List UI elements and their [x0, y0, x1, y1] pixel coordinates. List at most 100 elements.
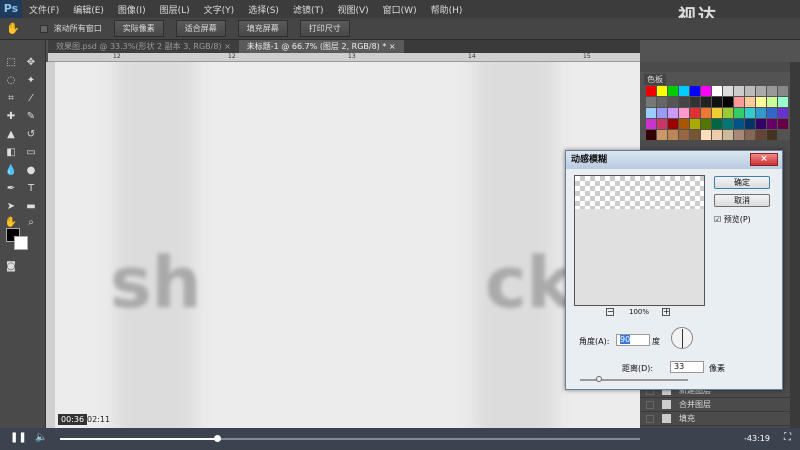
angle-input[interactable]: 90 — [616, 334, 650, 346]
color-swatch[interactable] — [668, 108, 678, 118]
scroll-all-checkbox[interactable] — [39, 24, 48, 33]
color-swatch[interactable] — [778, 86, 788, 96]
color-swatch[interactable] — [734, 119, 744, 129]
ok-button[interactable]: 确定 — [714, 176, 770, 189]
color-swatch[interactable] — [745, 130, 755, 140]
lasso-tool-icon[interactable]: ◌ — [4, 74, 18, 88]
eyedropper-icon[interactable]: ⁄ — [24, 92, 38, 106]
color-swatch[interactable] — [668, 86, 678, 96]
distance-slider[interactable] — [580, 376, 688, 382]
color-swatch[interactable] — [690, 119, 700, 129]
shape-tool-icon[interactable]: ▬ — [24, 200, 38, 214]
tab-effect-psd[interactable]: 效果图.psd @ 33.3%(形状 2 副本 3, RGB/8) × — [48, 40, 239, 53]
color-swatch[interactable] — [701, 130, 711, 140]
color-swatch[interactable] — [778, 97, 788, 107]
color-swatch[interactable] — [646, 119, 656, 129]
menu-layer[interactable]: 图层(L) — [153, 3, 197, 16]
color-swatch[interactable] — [734, 108, 744, 118]
color-swatch[interactable] — [679, 108, 689, 118]
color-swatch[interactable] — [646, 130, 656, 140]
color-swatch[interactable] — [712, 97, 722, 107]
preview-checkbox[interactable]: ☑ 预览(P) — [714, 214, 751, 225]
type-tool-icon[interactable]: T — [24, 182, 38, 196]
color-swatch[interactable] — [723, 97, 733, 107]
fill-screen-button[interactable]: 填充屏幕 — [237, 20, 288, 37]
color-swatch[interactable] — [767, 119, 777, 129]
color-swatch[interactable] — [646, 97, 656, 107]
swatches-tab[interactable]: 色板 — [644, 74, 666, 85]
progress-knob[interactable] — [213, 435, 221, 442]
color-swatch[interactable] — [723, 119, 733, 129]
color-swatch[interactable] — [657, 119, 667, 129]
color-swatch[interactable] — [668, 119, 678, 129]
checkbox[interactable] — [646, 400, 654, 409]
color-swatch[interactable] — [657, 130, 667, 140]
zoom-tool-icon[interactable]: ⌕ — [24, 216, 38, 230]
color-swatch[interactable] — [767, 86, 777, 96]
color-swatch[interactable] — [734, 86, 744, 96]
menu-filter[interactable]: 滤镜(T) — [286, 3, 331, 16]
color-swatch[interactable] — [690, 86, 700, 96]
color-swatch[interactable] — [723, 86, 733, 96]
color-swatch[interactable] — [646, 86, 656, 96]
menu-select[interactable]: 选择(S) — [241, 3, 286, 16]
document-canvas[interactable]: sh ck — [55, 62, 640, 428]
zoom-in-button[interactable]: + — [662, 308, 670, 316]
color-swatch[interactable] — [745, 97, 755, 107]
color-swatch[interactable] — [701, 108, 711, 118]
tab-untitled-1[interactable]: 未标题-1 @ 66.7% (图层 2, RGB/8) * × — [238, 40, 404, 53]
zoom-out-button[interactable]: − — [606, 308, 614, 316]
background-color[interactable] — [14, 236, 28, 250]
angle-dial[interactable] — [671, 327, 693, 349]
color-swatch[interactable] — [657, 108, 667, 118]
color-swatch[interactable] — [723, 108, 733, 118]
history-item[interactable]: 合并图层 — [640, 398, 790, 412]
distance-input[interactable]: 33 — [670, 361, 704, 373]
menu-file[interactable]: 文件(F) — [22, 3, 66, 16]
menu-type[interactable]: 文字(Y) — [197, 3, 242, 16]
color-swatch[interactable] — [756, 119, 766, 129]
brush-tool-icon[interactable]: ✎ — [24, 110, 38, 124]
color-swatch[interactable] — [701, 86, 711, 96]
color-swatch[interactable] — [712, 86, 722, 96]
path-select-icon[interactable]: ➤ — [4, 200, 18, 214]
color-swatch[interactable] — [745, 86, 755, 96]
color-swatch[interactable] — [679, 119, 689, 129]
color-swatch[interactable] — [734, 97, 744, 107]
cancel-button[interactable]: 取消 — [714, 194, 770, 207]
color-swatch[interactable] — [679, 86, 689, 96]
print-size-button[interactable]: 打印尺寸 — [299, 20, 350, 37]
color-swatch[interactable] — [756, 86, 766, 96]
fullscreen-icon[interactable]: ⛶ — [784, 432, 791, 443]
color-swatch[interactable] — [745, 119, 755, 129]
color-swatch[interactable] — [701, 119, 711, 129]
pen-tool-icon[interactable]: ✒ — [4, 182, 18, 196]
color-swatch[interactable] — [756, 130, 766, 140]
color-swatch[interactable] — [646, 108, 656, 118]
slider-handle[interactable] — [596, 376, 602, 382]
preview-area[interactable] — [574, 175, 705, 306]
color-swatch[interactable] — [679, 97, 689, 107]
color-swatch[interactable] — [690, 108, 700, 118]
color-swatch[interactable] — [668, 130, 678, 140]
color-swatch[interactable] — [712, 108, 722, 118]
menu-image[interactable]: 图像(I) — [111, 3, 153, 16]
color-swatch[interactable] — [756, 108, 766, 118]
checkbox[interactable] — [646, 414, 654, 423]
magic-wand-icon[interactable]: ✦ — [24, 74, 38, 88]
gradient-tool-icon[interactable]: ▭ — [24, 146, 38, 160]
menu-window[interactable]: 窗口(W) — [376, 3, 424, 16]
volume-icon[interactable]: 🔈 — [35, 432, 47, 443]
color-swatch[interactable] — [767, 130, 777, 140]
progress-bar[interactable] — [60, 435, 640, 442]
color-swatch[interactable] — [734, 130, 744, 140]
color-swatch[interactable] — [690, 130, 700, 140]
fit-screen-button[interactable]: 适合屏幕 — [175, 20, 226, 37]
color-swatch[interactable] — [767, 108, 777, 118]
color-swatch[interactable] — [712, 130, 722, 140]
color-swatch[interactable] — [767, 97, 777, 107]
color-swatch[interactable] — [668, 97, 678, 107]
color-swatch[interactable] — [712, 119, 722, 129]
close-button[interactable]: × — [750, 153, 778, 166]
color-swatch[interactable] — [679, 130, 689, 140]
